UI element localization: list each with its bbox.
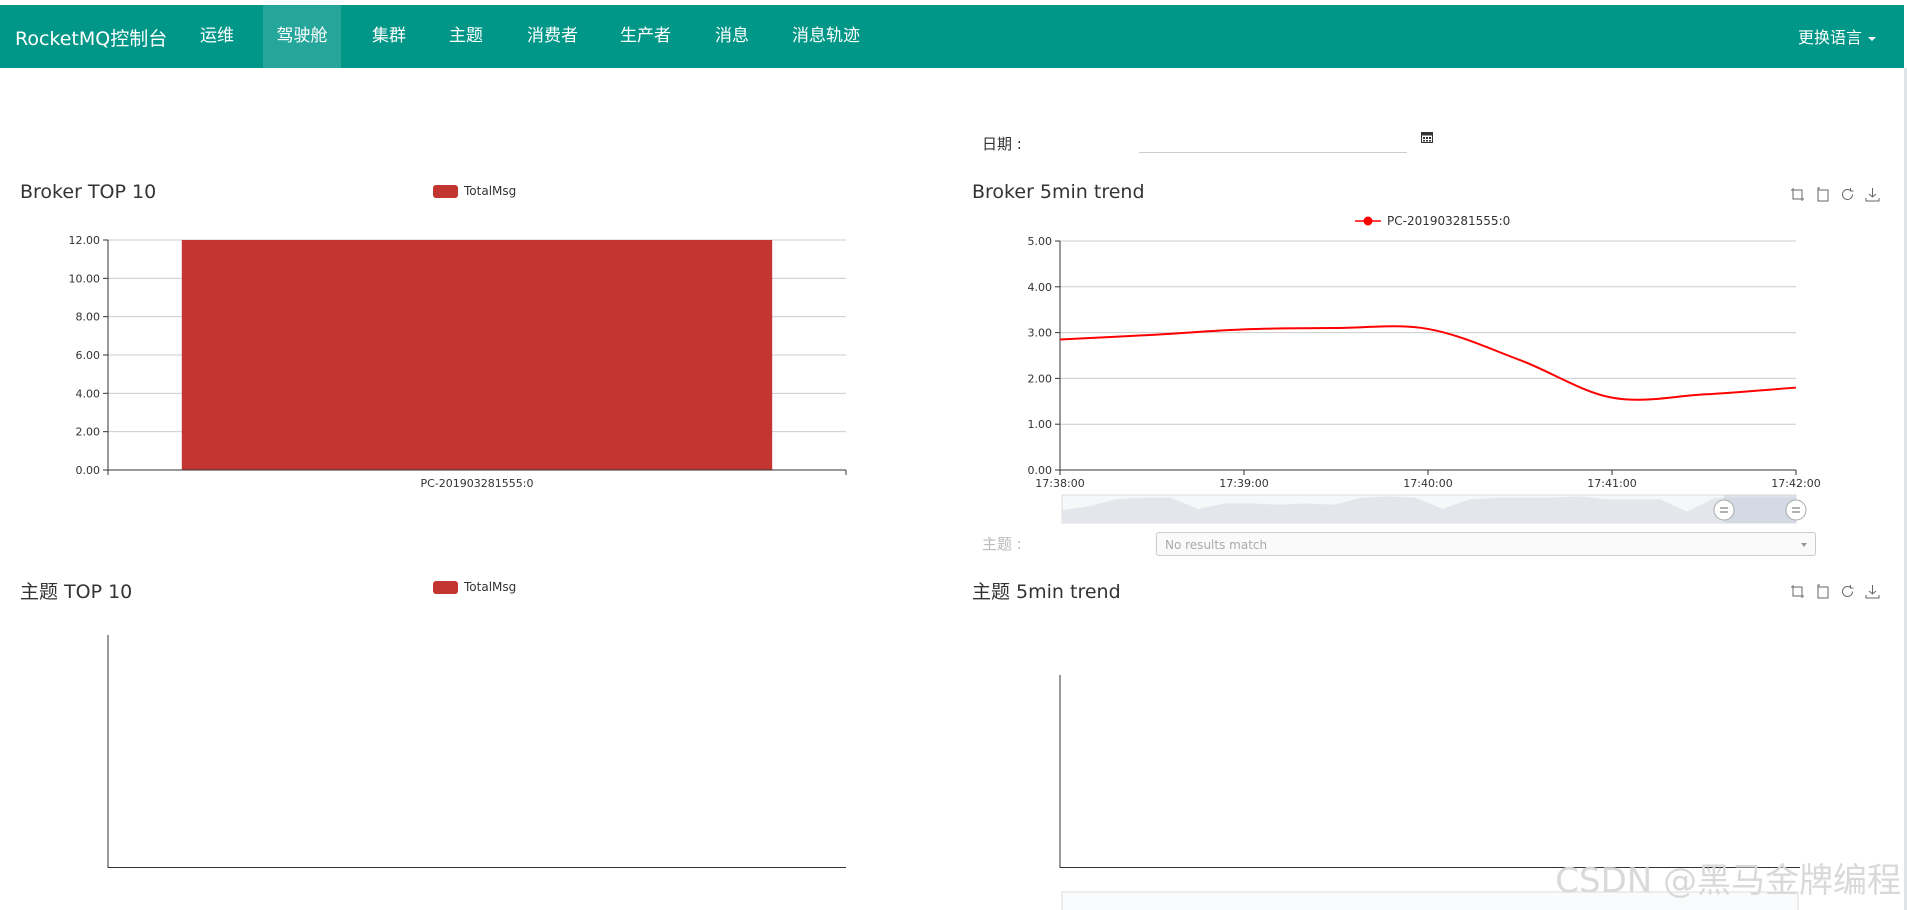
y-tick-label: 1.00 bbox=[1028, 418, 1053, 431]
legend-swatch bbox=[433, 580, 458, 594]
nav-item-ops[interactable]: 运维 bbox=[188, 5, 246, 68]
y-tick-label: 4.00 bbox=[1028, 281, 1053, 294]
broker-top-chart: 0.00 2.00 4.00 6.00 8.00 10.00 12.00 PC-2019032… bbox=[69, 234, 847, 490]
datazoom-handle[interactable] bbox=[1713, 499, 1735, 521]
zoom-reset-icon[interactable] bbox=[1815, 187, 1830, 202]
y-tick-label: 12.00 bbox=[69, 234, 101, 247]
broker-trend-title: Broker 5min trend bbox=[972, 181, 1145, 203]
topic-trend-toolbox bbox=[1790, 584, 1880, 599]
y-tick-label: 0.00 bbox=[1028, 464, 1053, 477]
y-tick-label: 2.00 bbox=[1028, 372, 1053, 385]
x-tick-label: 17:42:00 bbox=[1771, 477, 1820, 490]
nav-item-cluster[interactable]: 集群 bbox=[360, 5, 418, 68]
x-tick-label: PC-201903281555:0 bbox=[421, 477, 534, 490]
restore-icon[interactable] bbox=[1840, 187, 1855, 202]
nav-item-producer[interactable]: 生产者 bbox=[608, 5, 683, 68]
date-input[interactable] bbox=[1139, 130, 1407, 153]
broker-trend-toolbox bbox=[1790, 187, 1880, 202]
caret-down-icon bbox=[1868, 36, 1876, 41]
download-icon[interactable] bbox=[1865, 187, 1880, 202]
chevron-down-icon bbox=[1801, 543, 1807, 547]
series-line bbox=[1059, 325, 1797, 401]
topic-select[interactable]: No results match bbox=[1156, 532, 1816, 556]
y-tick-label: 6.00 bbox=[76, 349, 101, 362]
top-navbar: RocketMQ控制台 运维 驾驶舱 集群 主题 消费者 生产者 消息 消息轨迹… bbox=[0, 5, 1904, 68]
y-tick-label: 3.00 bbox=[1028, 327, 1053, 340]
nav-item-dashboard[interactable]: 驾驶舱 bbox=[263, 5, 341, 68]
y-tick-label: 2.00 bbox=[76, 426, 101, 439]
legend-label: TotalMsg bbox=[464, 184, 517, 198]
zoom-icon[interactable] bbox=[1790, 584, 1805, 599]
x-tick-label: 17:41:00 bbox=[1587, 477, 1636, 490]
broker-top-title: Broker TOP 10 bbox=[20, 181, 157, 203]
language-label: 更换语言 bbox=[1797, 28, 1862, 47]
topic-top-legend[interactable]: TotalMsg bbox=[433, 580, 516, 594]
legend-label: TotalMsg bbox=[464, 580, 517, 594]
watermark: CSDN @黑马金牌编程 bbox=[1555, 861, 1901, 901]
bar bbox=[181, 240, 773, 470]
y-tick-label: 8.00 bbox=[76, 311, 101, 324]
y-tick-label: 4.00 bbox=[76, 387, 101, 400]
zoom-reset-icon[interactable] bbox=[1815, 584, 1830, 599]
legend-swatch bbox=[433, 184, 458, 198]
x-tick-label: 17:38:00 bbox=[1035, 477, 1084, 490]
broker-trend-chart: 0.00 1.00 2.00 3.00 4.00 5.00 17:38:00 17:39:00… bbox=[1028, 235, 1821, 524]
datazoom-handle[interactable] bbox=[1785, 499, 1807, 521]
topic-trend-title: 主题 5min trend bbox=[972, 581, 1121, 603]
broker-top-legend[interactable]: TotalMsg bbox=[433, 184, 516, 198]
calendar-icon[interactable] bbox=[1421, 131, 1433, 143]
topic-select-value: No results match bbox=[1165, 538, 1268, 552]
x-tick-label: 17:40:00 bbox=[1403, 477, 1452, 490]
topic-label: 主题 : bbox=[982, 535, 1022, 553]
nav-item-topic[interactable]: 主题 bbox=[437, 5, 495, 68]
topic-top-title: 主题 TOP 10 bbox=[20, 581, 133, 603]
nav-item-message[interactable]: 消息 bbox=[702, 5, 762, 68]
x-tick-label: 17:39:00 bbox=[1219, 477, 1268, 490]
y-tick-label: 10.00 bbox=[69, 272, 101, 285]
restore-icon[interactable] bbox=[1840, 584, 1855, 599]
nav-item-message-trace[interactable]: 消息轨迹 bbox=[780, 5, 872, 68]
language-dropdown[interactable]: 更换语言 bbox=[1798, 24, 1876, 48]
nav-item-consumer[interactable]: 消费者 bbox=[515, 5, 590, 68]
zoom-icon[interactable] bbox=[1790, 187, 1805, 202]
topic-top-chart bbox=[107, 635, 846, 868]
datazoom-selection bbox=[1724, 495, 1796, 523]
brand-title[interactable]: RocketMQ控制台 bbox=[15, 24, 167, 51]
date-label: 日期 : bbox=[982, 135, 1022, 153]
y-tick-label: 5.00 bbox=[1028, 235, 1053, 248]
download-icon[interactable] bbox=[1865, 584, 1880, 599]
y-tick-label: 0.00 bbox=[76, 464, 101, 477]
